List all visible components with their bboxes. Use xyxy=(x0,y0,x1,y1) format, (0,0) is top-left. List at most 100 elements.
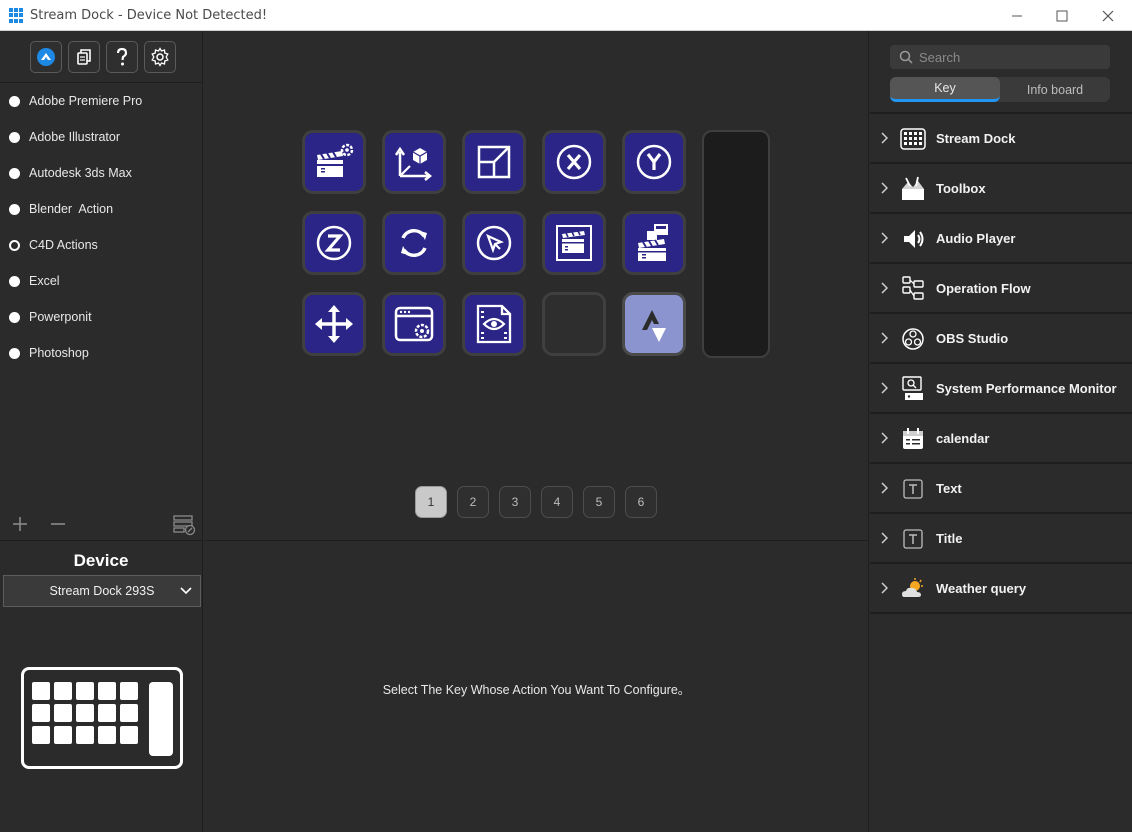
key-13[interactable] xyxy=(462,292,526,356)
plugin-label: Title xyxy=(936,530,963,546)
plugin-item-toolbox[interactable]: Toolbox xyxy=(870,164,1132,214)
gear-icon xyxy=(151,47,169,67)
plugin-item-system-performance-monitor[interactable]: System Performance Monitor xyxy=(870,364,1132,414)
profile-item[interactable]: Blender Action xyxy=(0,191,202,227)
profile-home-button[interactable] xyxy=(30,41,62,73)
plugin-item-audio-player[interactable]: Audio Player xyxy=(870,214,1132,264)
plugin-item-operation-flow[interactable]: Operation Flow xyxy=(870,264,1132,314)
radio-dot-icon xyxy=(9,203,20,215)
profile-item[interactable]: Adobe Premiere Pro xyxy=(0,83,202,119)
touch-strip[interactable] xyxy=(702,130,770,358)
plugin-label: Operation Flow xyxy=(936,280,1031,296)
page-button[interactable]: 5 xyxy=(583,486,615,518)
chevron-down-icon xyxy=(180,587,192,595)
profile-item-selected[interactable]: C4D Actions xyxy=(0,227,202,263)
profile-label: Adobe Illustrator xyxy=(29,130,121,144)
weather-icon xyxy=(900,576,926,602)
key-11[interactable] xyxy=(302,292,366,356)
key-2[interactable] xyxy=(382,130,446,194)
profile-item[interactable]: Photoshop xyxy=(0,335,202,371)
clapper-gear-icon xyxy=(317,143,354,177)
flow-icon xyxy=(900,276,926,302)
plugin-item-title[interactable]: Title xyxy=(870,514,1132,564)
page-button[interactable]: 2 xyxy=(457,486,489,518)
add-profile-icon[interactable] xyxy=(12,516,28,532)
plugin-item-calendar[interactable]: calendar xyxy=(870,414,1132,464)
profile-manage-icon[interactable] xyxy=(172,514,196,536)
move-icon xyxy=(315,305,353,343)
key-7[interactable] xyxy=(382,211,446,275)
search-input[interactable] xyxy=(919,49,1109,65)
search-icon xyxy=(899,50,913,64)
profile-list-actions xyxy=(0,508,202,541)
monitor-icon xyxy=(900,376,926,402)
plugin-label: calendar xyxy=(936,430,990,446)
chevron-right-icon xyxy=(881,532,888,544)
device-select[interactable]: Stream Dock 293S xyxy=(3,575,201,607)
key-1[interactable] xyxy=(302,130,366,194)
radio-dot-icon xyxy=(9,167,20,179)
key-12[interactable] xyxy=(382,292,446,356)
device-preview-keys xyxy=(32,682,138,744)
profile-item[interactable]: Powerponit xyxy=(0,299,202,335)
text-icon xyxy=(900,476,926,502)
copy-icon xyxy=(77,49,91,65)
plugin-item-stream-dock[interactable]: Stream Dock xyxy=(870,114,1132,164)
speaker-icon xyxy=(900,226,926,252)
profile-label: Photoshop xyxy=(29,346,89,360)
tab-key[interactable]: Key xyxy=(890,77,1000,102)
remove-profile-icon[interactable] xyxy=(50,516,66,532)
page-selector: 1 2 3 4 5 6 xyxy=(415,486,657,518)
toolbox-icon xyxy=(900,176,926,202)
page-button[interactable]: 4 xyxy=(541,486,573,518)
calendar-icon xyxy=(900,426,926,452)
chevron-right-icon xyxy=(881,282,888,294)
plugin-label: Audio Player xyxy=(936,230,1016,246)
key-10[interactable] xyxy=(622,211,686,275)
maximize-icon xyxy=(1056,10,1068,21)
obs-icon xyxy=(900,326,926,352)
profile-item[interactable]: Adobe Illustrator xyxy=(0,119,202,155)
preview-eye-icon xyxy=(476,304,512,344)
key-6[interactable] xyxy=(302,211,366,275)
plugin-item-obs-studio[interactable]: OBS Studio xyxy=(870,314,1132,364)
app-logo-icon xyxy=(37,48,55,66)
close-icon xyxy=(1102,10,1114,21)
help-icon xyxy=(116,47,128,66)
configure-hint: Select The Key Whose Action You Want To … xyxy=(382,683,691,697)
copy-button[interactable] xyxy=(68,41,100,73)
key-3[interactable] xyxy=(462,130,526,194)
profile-label: Excel xyxy=(29,274,60,288)
radio-dot-icon xyxy=(9,347,20,359)
plugin-panel: Key Info board Stream Dock Toolbox xyxy=(870,31,1132,832)
maximize-button[interactable] xyxy=(1039,0,1085,31)
plugin-item-text[interactable]: Text xyxy=(870,464,1132,514)
page-button[interactable]: 6 xyxy=(625,486,657,518)
device-heading: Device xyxy=(73,551,129,570)
profile-item[interactable]: Excel xyxy=(0,263,202,299)
key-grid xyxy=(302,130,686,356)
plugin-label: Weather query xyxy=(936,580,1027,596)
profile-item[interactable]: Autodesk 3ds Max xyxy=(0,155,202,191)
settings-button[interactable] xyxy=(144,41,176,73)
key-14[interactable] xyxy=(542,292,606,356)
key-5[interactable] xyxy=(622,130,686,194)
search-box[interactable] xyxy=(890,45,1110,69)
key-4[interactable] xyxy=(542,130,606,194)
key-8[interactable] xyxy=(462,211,526,275)
help-button[interactable] xyxy=(106,41,138,73)
radio-ring-icon xyxy=(9,239,20,251)
plugin-label: Text xyxy=(936,480,962,496)
plugin-item-weather-query[interactable]: Weather query xyxy=(870,564,1132,614)
window-settings-icon xyxy=(394,306,434,342)
viewport-icon xyxy=(477,145,511,179)
key-15[interactable] xyxy=(622,292,686,356)
chevron-right-icon xyxy=(881,182,888,194)
page-button[interactable]: 1 xyxy=(415,486,447,518)
app-logo-icon xyxy=(9,8,24,23)
close-button[interactable] xyxy=(1085,0,1131,31)
key-9[interactable] xyxy=(542,211,606,275)
minimize-button[interactable] xyxy=(994,0,1040,31)
tab-info-board[interactable]: Info board xyxy=(1000,77,1110,102)
page-button[interactable]: 3 xyxy=(499,486,531,518)
